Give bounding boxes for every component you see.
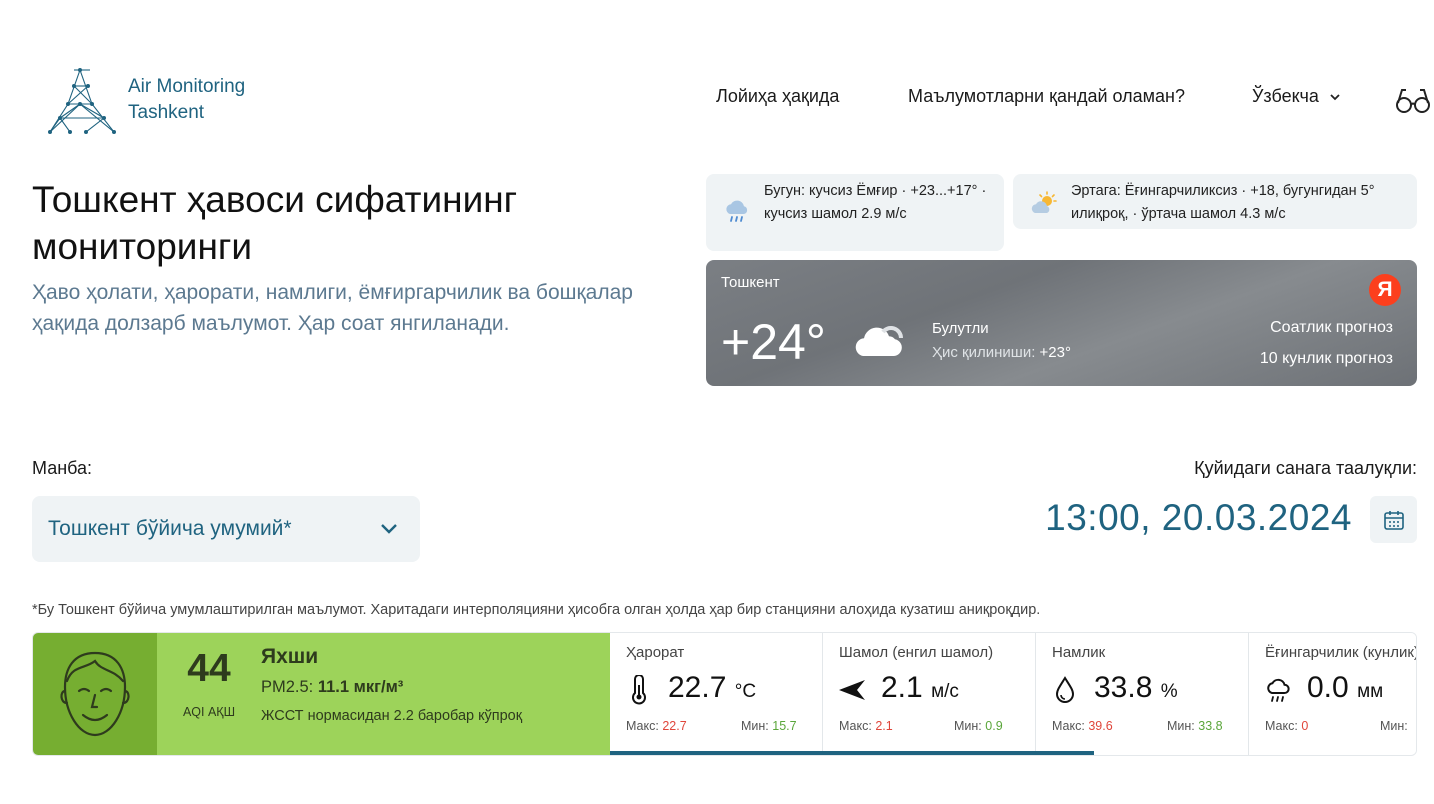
pm25-reading: PM2.5: 11.1 мкг/м³ [261,678,403,697]
top-nav: Лойиҳа ҳақида Маълумотларни қандай олама… [0,86,1434,116]
rain-cloud-icon [1267,678,1290,702]
metric-unit: м/с [931,681,959,702]
min-label: Мин: [1380,719,1408,733]
yandex-logo-icon[interactable]: Я [1369,274,1401,306]
info-note: *Бу Тошкент бўйича умумлаштирилган маълу… [32,602,1041,618]
metric-number: 33.8 [1094,671,1153,704]
metric-value: 22.7 °C [668,671,756,705]
metric-max: Макс: 2.1 [839,719,893,733]
carousel-scroll-indicator[interactable] [610,751,1094,755]
forecast-tomorrow-text: Эртага: Ёғингарчиликсиз · +18, бугунгида… [1071,183,1375,222]
metric-number: 2.1 [881,671,923,704]
metric-wind: Шамол (енгил шамол) 2.1 м/с Макс: 2.1 Ми… [823,633,1036,755]
min-value: 0.9 [985,719,1003,733]
max-value: 0 [1301,719,1309,733]
max-label: Макс: [1265,719,1298,733]
source-select[interactable]: Тошкент бўйича умумий* [32,496,420,562]
cloud-icon [855,326,903,356]
max-value: 22.7 [662,719,687,733]
metric-unit: % [1160,681,1178,702]
metric-unit: °C [734,681,757,702]
nav-data-howto-link[interactable]: Маълумотларни қандай оламан? [908,86,1185,107]
aqi-value: 44 [187,647,231,690]
smiling-face-icon [60,651,130,737]
metric-number: 0.0 [1307,671,1349,704]
chevron-down-icon [1330,93,1340,100]
metric-value: 33.8 % [1094,671,1178,705]
date-label: Қуйидаги санага таалуқли: [1194,458,1417,478]
metric-title: Намлик [1052,644,1106,661]
aqi-panel: 44 AQI АҚШ Яхши PM2.5: 11.1 мкг/м³ ЖССТ … [157,633,610,755]
aqi-status: Яхши [261,645,319,668]
metric-title: Ҳарорат [626,644,685,661]
metric-title: Шамол (енгил шамол) [839,644,994,661]
metric-precipitation: Ёғингарчилик (кунлик) 0.0 мм Макс: 0 Мин… [1249,633,1416,755]
chevron-down-icon [381,524,397,534]
min-label: Мин: [954,719,982,733]
date-value: 13:00, 20.03.2024 [1045,497,1352,538]
pm25-value: 11.1 мкг/м³ [317,678,404,696]
language-select[interactable]: Ўзбекча [1252,86,1341,107]
metric-value: 2.1 м/с [881,671,959,705]
calendar-icon [1383,510,1404,530]
max-value: 39.6 [1088,719,1113,733]
metric-unit: мм [1357,681,1384,702]
forecast-today-text: Бугун: кучсиз Ёмғир · +23...+17° · кучси… [764,183,987,222]
aqi-face-panel [33,633,157,755]
metric-max: Макс: 39.6 [1052,719,1113,733]
min-value: 33.8 [1198,719,1223,733]
metrics-carousel[interactable]: Ҳарорат 22.7 °C Макс: 22.7 Мин: 15.7 Шам… [610,633,1416,755]
thermometer-icon [632,675,646,705]
metric-min: Мин: 15.7 [741,719,797,733]
max-value: 2.1 [875,719,893,733]
source-select-value: Тошкент бўйича умумий* [48,517,292,540]
max-label: Макс: [839,719,872,733]
wind-arrow-icon [839,680,865,700]
widget-feels-label: Ҳис қилиниши: [932,344,1040,361]
sun-cloud-icon [1031,191,1057,213]
page-title: Тошкент ҳавоси сифатининг мониторинги [32,179,518,267]
metric-min: Мин: 0.9 [954,719,1003,733]
forecast-today-card: Бугун: кучсиз Ёмғир · +23...+17° · кучси… [706,174,1004,251]
metric-value: 0.0 мм [1307,671,1383,705]
metric-min: Мин: 33.8 [1167,719,1223,733]
ten-day-forecast-link[interactable]: 10 кунлик прогноз [1260,350,1393,368]
metric-number: 22.7 [668,671,727,704]
droplet-icon [1055,676,1075,703]
widget-temperature: +24° [721,314,826,370]
nav-about-link[interactable]: Лойиҳа ҳақида [716,86,839,107]
metric-max: Макс: 22.7 [626,719,687,733]
pm25-label: PM2.5: [261,678,318,696]
glasses-accessibility-icon[interactable] [1395,86,1431,116]
calendar-button[interactable] [1370,496,1417,543]
min-label: Мин: [1167,719,1195,733]
language-label: Ўзбекча [1252,86,1319,106]
metric-max: Макс: 0 [1265,719,1308,733]
rain-cloud-icon [726,200,748,222]
page-subtitle: Ҳаво ҳолати, ҳарорати, намлиги, ёмғиргар… [32,281,633,335]
min-value: 15.7 [772,719,797,733]
max-label: Макс: [626,719,659,733]
source-label: Манба: [32,458,93,478]
weather-widget[interactable]: Тошкент +24° Булутли Ҳис қилиниши: +23° … [706,260,1417,386]
metric-temperature: Ҳарорат 22.7 °C Макс: 22.7 Мин: 15.7 [610,633,823,755]
forecast-tomorrow-card: Эртага: Ёғингарчиликсиз · +18, бугунгида… [1013,174,1417,229]
widget-city: Тошкент [721,274,780,291]
aqi-label: AQI АҚШ [182,705,236,719]
metric-min: Мин: [1380,719,1408,733]
metric-humidity: Намлик 33.8 % Макс: 39.6 Мин: 33.8 [1036,633,1249,755]
min-label: Мин: [741,719,769,733]
air-status-bar: 44 AQI АҚШ Яхши PM2.5: 11.1 мкг/м³ ЖССТ … [32,632,1417,756]
who-comparison: ЖССТ нормасидан 2.2 баробар кўпроқ [261,708,523,724]
widget-feels-like: Ҳис қилиниши: +23° [932,344,1071,361]
widget-condition: Булутли [932,320,989,337]
widget-feels-value: +23° [1039,344,1071,361]
metric-title: Ёғингарчилик (кунлик) [1265,644,1416,661]
hourly-forecast-link[interactable]: Соатлик прогноз [1270,319,1393,337]
max-label: Макс: [1052,719,1085,733]
